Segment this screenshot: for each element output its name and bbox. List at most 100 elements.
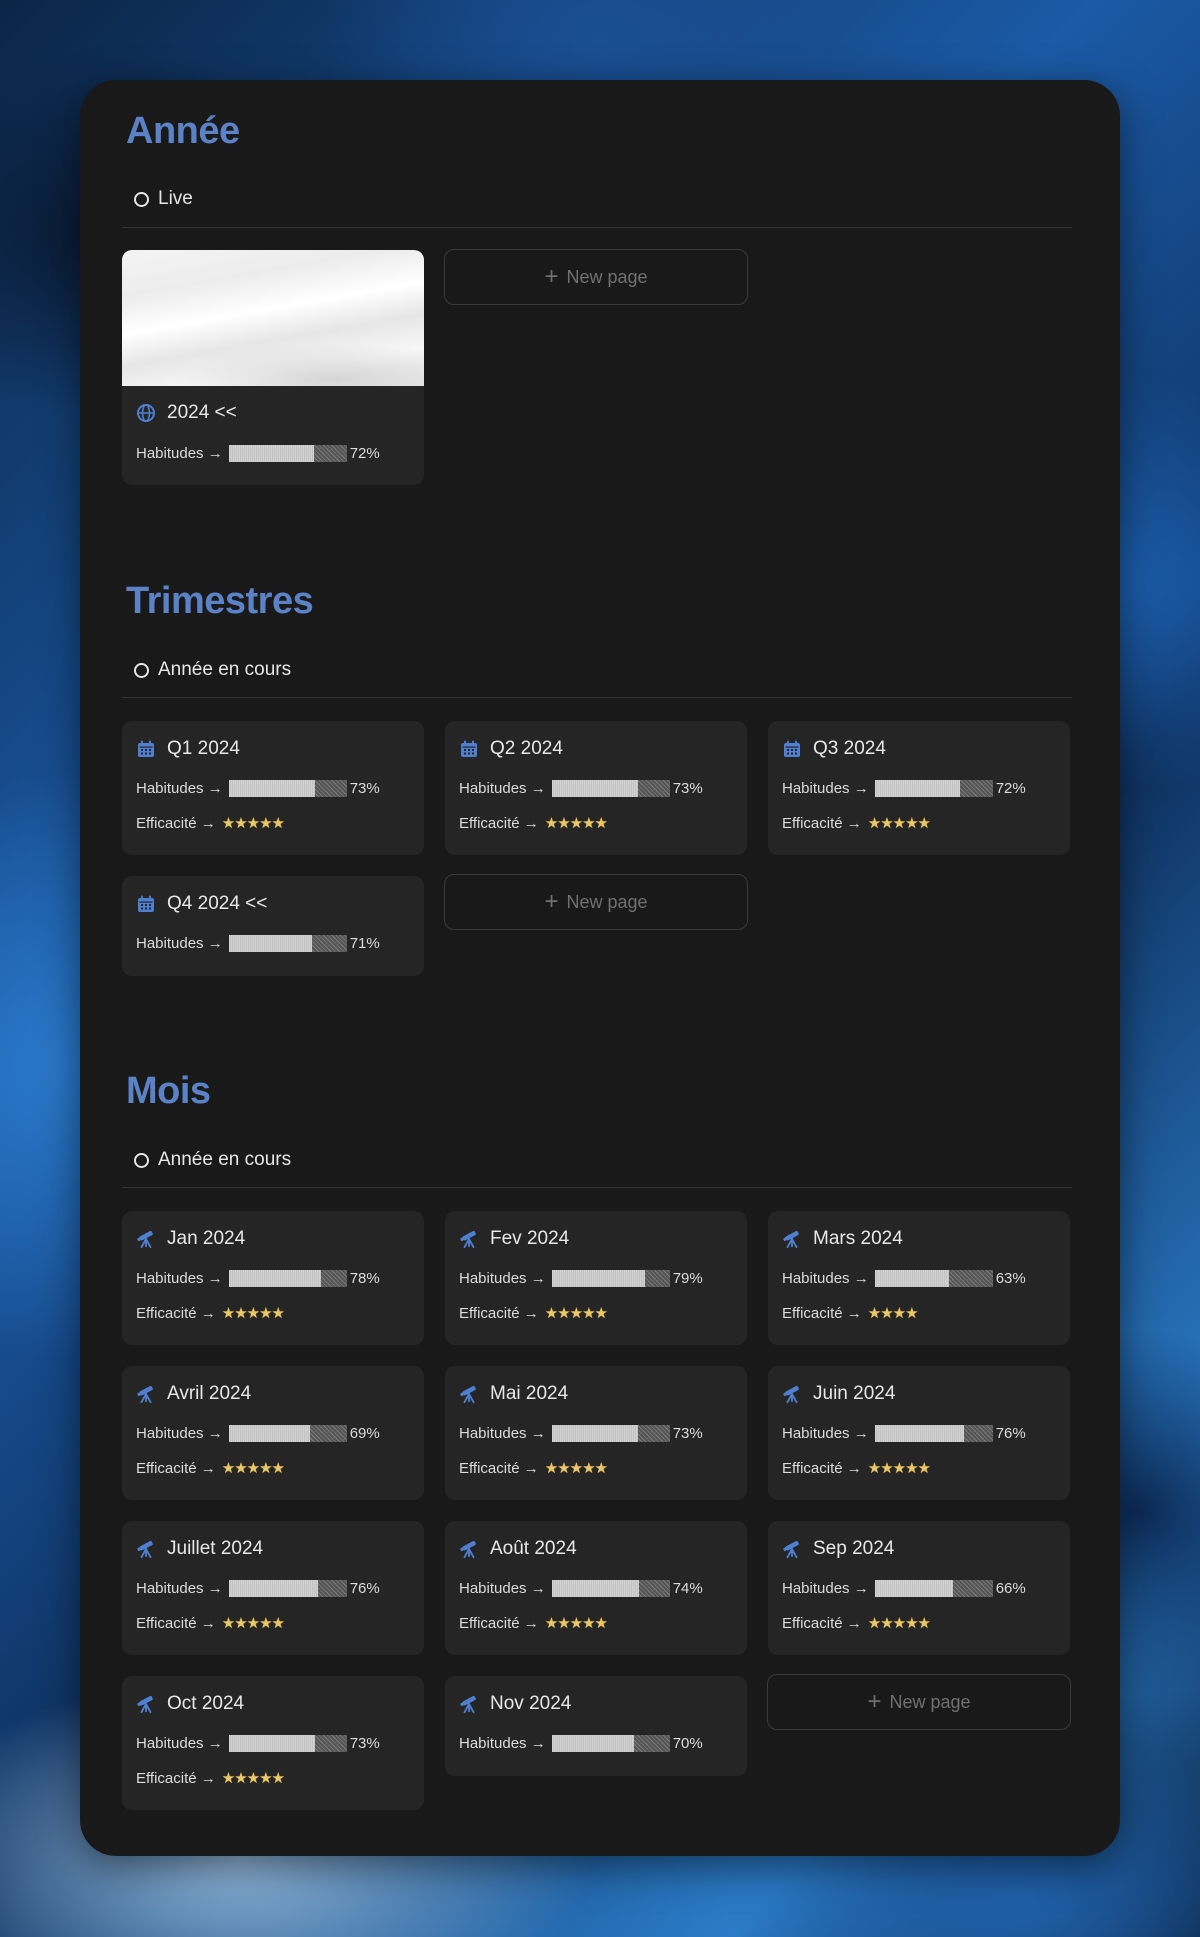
card-title: 2024 << xyxy=(167,402,237,423)
star-rating: ★★★★★ xyxy=(221,1305,285,1322)
habitudes-row: Habitudes → 70% xyxy=(445,1730,747,1756)
efficacite-label: Efficacité → xyxy=(459,1459,539,1477)
efficacite-label: Efficacité → xyxy=(459,814,539,832)
efficacite-label: Efficacité → xyxy=(459,1304,539,1322)
new-page-button-trimestres[interactable]: + New page xyxy=(444,874,748,930)
habitudes-label: Habitudes → xyxy=(782,1579,869,1597)
gallery-card[interactable]: Juillet 2024 Habitudes → 76% Efficacité → ★★… xyxy=(122,1521,424,1655)
habitudes-label: Habitudes → xyxy=(459,779,546,797)
habitudes-label: Habitudes → xyxy=(782,779,869,797)
card-title: Q2 2024 xyxy=(490,738,563,759)
efficacite-row: Efficacité → ★★★★★ xyxy=(122,1765,424,1791)
card-title: Jan 2024 xyxy=(167,1228,246,1249)
habitudes-percent: 66% xyxy=(995,1579,1026,1597)
habitudes-percent: 76% xyxy=(995,1424,1026,1442)
efficacite-row: Efficacité → ★★★★★ xyxy=(445,1455,747,1481)
card-title: Nov 2024 xyxy=(490,1693,572,1714)
gallery-card[interactable]: Q3 2024 Habitudes → 72% Efficacité → ★★★★★ xyxy=(768,721,1070,855)
card-title: Avril 2024 xyxy=(167,1383,252,1404)
habitudes-row: Habitudes → 74% xyxy=(445,1575,747,1601)
telescope-icon xyxy=(782,1384,802,1404)
gallery-card[interactable]: Avril 2024 Habitudes → 69% Efficacité → ★★★★… xyxy=(122,1366,424,1500)
card-title-row: Fev 2024 xyxy=(445,1224,747,1254)
star-rating: ★★★★★ xyxy=(867,815,931,832)
telescope-icon xyxy=(136,1384,156,1404)
card-title-row: Q3 2024 xyxy=(768,734,1070,764)
gallery-card[interactable]: Jan 2024 Habitudes → 78% Efficacité → ★★★★★ xyxy=(122,1211,424,1345)
star-rating: ★★★★★ xyxy=(544,815,608,832)
habitudes-progress-bar xyxy=(228,1269,347,1287)
gallery-card-year-2024[interactable]: 2024 << Habitudes → 72% xyxy=(122,250,424,485)
habitudes-percent: 74% xyxy=(672,1579,703,1597)
star-rating: ★★★★★ xyxy=(544,1615,608,1632)
habitudes-row: Habitudes → 73% xyxy=(122,1730,424,1756)
efficacite-label: Efficacité → xyxy=(459,1614,539,1632)
habitudes-progress-bar xyxy=(228,934,347,952)
view-tab-label: Année en cours xyxy=(158,659,292,680)
divider xyxy=(122,697,1072,698)
new-page-label: New page xyxy=(566,266,648,287)
card-title: Juillet 2024 xyxy=(167,1538,264,1559)
star-rating: ★★★★★ xyxy=(221,1615,285,1632)
card-title-row: Nov 2024 xyxy=(445,1689,747,1719)
card-title-row: Avril 2024 xyxy=(122,1379,424,1409)
section-title-mois: Mois xyxy=(126,1070,211,1112)
habitudes-progress-bar xyxy=(874,1269,993,1287)
habitudes-percent: 73% xyxy=(672,1424,703,1442)
new-page-button-annee[interactable]: + New page xyxy=(444,249,748,305)
card-title-row: Mars 2024 xyxy=(768,1224,1070,1254)
habitudes-progress-bar xyxy=(551,1734,670,1752)
calendar-icon xyxy=(459,739,479,759)
habitudes-percent: 73% xyxy=(672,779,703,797)
gallery-card[interactable]: Juin 2024 Habitudes → 76% Efficacité → ★★★★★ xyxy=(768,1366,1070,1500)
star-rating: ★★★★★ xyxy=(221,1460,285,1477)
efficacite-row: Efficacité → ★★★★★ xyxy=(768,1610,1070,1636)
habitudes-row: Habitudes → 63% xyxy=(768,1265,1070,1291)
dashboard-panel: Année Live 2024 << Habitudes → 72% + New… xyxy=(80,80,1120,1856)
gallery-card[interactable]: Fev 2024 Habitudes → 79% Efficacité → ★★★★★ xyxy=(445,1211,747,1345)
habitudes-progress-bar xyxy=(551,779,670,797)
habitudes-percent: 73% xyxy=(349,1734,380,1752)
efficacite-row: Efficacité → ★★★★ xyxy=(768,1300,1070,1326)
gallery-card[interactable]: Août 2024 Habitudes → 74% Efficacité → ★★★★★ xyxy=(445,1521,747,1655)
habitudes-percent: 72% xyxy=(349,444,380,462)
star-rating: ★★★★★ xyxy=(544,1460,608,1477)
gallery-card[interactable]: Oct 2024 Habitudes → 73% Efficacité → ★★★★★ xyxy=(122,1676,424,1810)
efficacite-label: Efficacité → xyxy=(136,1459,216,1477)
circle-icon xyxy=(134,662,149,678)
habitudes-label: Habitudes → xyxy=(136,934,223,952)
star-rating: ★★★★ xyxy=(867,1305,919,1322)
habitudes-label: Habitudes → xyxy=(136,1734,223,1752)
card-title-row: Oct 2024 xyxy=(122,1689,424,1719)
efficacite-row: Efficacité → ★★★★★ xyxy=(768,810,1070,836)
habitudes-label: Habitudes → xyxy=(782,1424,869,1442)
card-title-row: Jan 2024 xyxy=(122,1224,424,1254)
gallery-card[interactable]: Sep 2024 Habitudes → 66% Efficacité → ★★★★★ xyxy=(768,1521,1070,1655)
card-title-row: Q1 2024 xyxy=(122,734,424,764)
view-tab-annee[interactable]: Live xyxy=(134,188,193,210)
gallery-card[interactable]: Q1 2024 Habitudes → 73% Efficacité → ★★★★★ xyxy=(122,721,424,855)
plus-icon: + xyxy=(544,888,559,915)
habitudes-row: Habitudes → 73% xyxy=(122,775,424,801)
view-tab-trimestres[interactable]: Année en cours xyxy=(134,659,291,681)
view-tab-mois[interactable]: Année en cours xyxy=(134,1149,291,1171)
habitudes-row: Habitudes → 72% xyxy=(122,440,424,466)
gallery-card[interactable]: Mars 2024 Habitudes → 63% Efficacité → ★★★★ xyxy=(768,1211,1070,1345)
habitudes-progress-bar xyxy=(228,444,347,462)
circle-icon xyxy=(134,1152,149,1168)
gallery-card[interactable]: Nov 2024 Habitudes → 70% xyxy=(445,1676,747,1776)
efficacite-label: Efficacité → xyxy=(782,1459,862,1477)
star-rating: ★★★★★ xyxy=(867,1615,931,1632)
habitudes-label: Habitudes → xyxy=(136,779,223,797)
calendar-icon xyxy=(782,739,802,759)
new-page-button-mois[interactable]: + New page xyxy=(767,1674,1071,1730)
gallery-card[interactable]: Mai 2024 Habitudes → 73% Efficacité → ★★★★★ xyxy=(445,1366,747,1500)
star-rating: ★★★★★ xyxy=(221,1770,285,1787)
gallery-card[interactable]: Q2 2024 Habitudes → 73% Efficacité → ★★★★★ xyxy=(445,721,747,855)
circle-icon xyxy=(134,191,149,207)
telescope-icon xyxy=(459,1694,479,1714)
card-title-row: Mai 2024 xyxy=(445,1379,747,1409)
telescope-icon xyxy=(782,1229,802,1249)
habitudes-label: Habitudes → xyxy=(136,1424,223,1442)
gallery-card[interactable]: Q4 2024 << Habitudes → 71% xyxy=(122,876,424,976)
